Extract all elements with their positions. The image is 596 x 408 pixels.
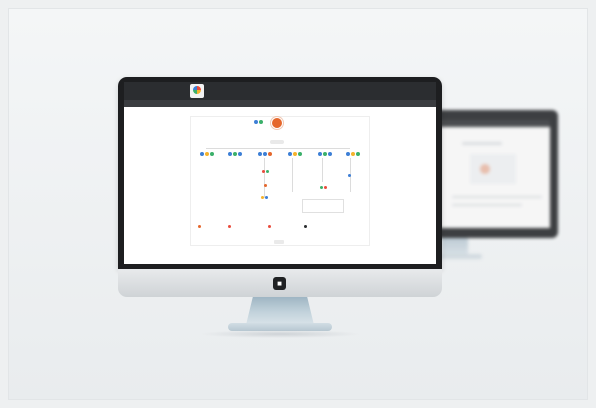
family-node[interactable] [346, 152, 360, 156]
back-screen-line [452, 196, 542, 198]
family-node[interactable] [200, 152, 214, 156]
tree-connector [322, 158, 323, 182]
app-navbar [124, 100, 436, 107]
back-screen-block [462, 142, 502, 145]
app-logo-icon[interactable] [190, 84, 204, 98]
back-screen-panel [470, 154, 516, 184]
legend-item [268, 225, 272, 228]
back-screen-line [452, 204, 522, 206]
tree-connector [292, 158, 293, 192]
family-node[interactable] [288, 152, 302, 156]
parent-nodes[interactable] [254, 120, 263, 124]
family-node[interactable] [258, 152, 272, 156]
app-topbar [124, 82, 436, 100]
monitor-shadow [200, 330, 360, 338]
descendant-node[interactable] [348, 174, 351, 177]
family-node[interactable] [318, 152, 332, 156]
back-monitor-screen [440, 120, 550, 228]
legend-item [198, 225, 202, 228]
load-more-button[interactable] [274, 240, 284, 244]
monitor-logo-icon: ■ [273, 277, 286, 290]
expand-pill[interactable] [270, 140, 284, 144]
descendant-node[interactable] [320, 186, 323, 189]
back-monitor [432, 110, 558, 259]
descendant-node[interactable] [262, 170, 265, 173]
tree-connector [264, 158, 265, 198]
tree-connector [206, 148, 350, 149]
monitor-chin: ■ [118, 269, 442, 297]
root-node[interactable] [272, 118, 282, 128]
descendant-node[interactable] [266, 170, 269, 173]
node-tooltip [302, 199, 344, 213]
family-node[interactable] [228, 152, 242, 156]
monitor-screen [124, 82, 436, 264]
monitor-stand-neck [246, 297, 314, 325]
legend-item [304, 225, 308, 228]
back-screen-header [440, 120, 550, 127]
back-monitor-bezel [432, 110, 558, 238]
descendant-node[interactable] [265, 196, 268, 199]
descendant-node[interactable] [264, 184, 267, 187]
descendant-node[interactable] [261, 196, 264, 199]
tree-panel [190, 116, 370, 246]
descendant-node[interactable] [324, 186, 327, 189]
back-screen-node [480, 164, 490, 174]
legend-item [228, 225, 232, 228]
